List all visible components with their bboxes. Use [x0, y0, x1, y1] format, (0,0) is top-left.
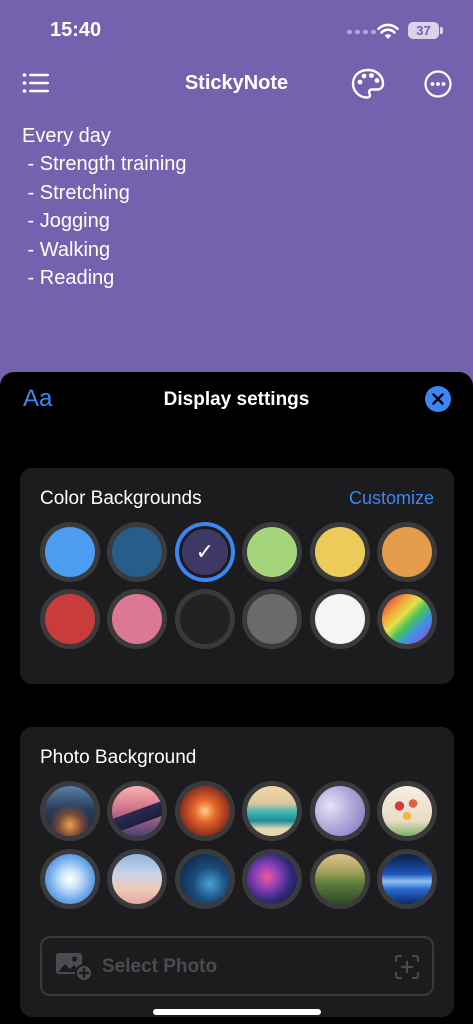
nav-bar: StickyNote [0, 62, 473, 106]
close-button[interactable] [425, 386, 451, 412]
photo-thumb-image [314, 854, 365, 904]
add-photo-icon [395, 955, 419, 979]
color-swatch-fill [45, 594, 95, 644]
color-swatch[interactable] [242, 522, 303, 582]
select-photo-button[interactable]: Select Photo [40, 936, 434, 996]
photo-thumb-night-starry[interactable] [174, 849, 235, 909]
photo-thumb-image [247, 786, 298, 836]
color-backgrounds-title: Color Backgrounds [40, 488, 202, 509]
color-swatch-fill [247, 594, 298, 644]
photo-thumb-image [381, 854, 432, 904]
color-swatch-fill [112, 594, 163, 644]
color-swatch-fill [179, 594, 230, 644]
color-swatch[interactable] [107, 589, 168, 649]
note-text[interactable]: Every day - Strength training - Stretchi… [22, 122, 187, 292]
color-swatch-fill [314, 594, 365, 644]
photo-thumb-image [112, 854, 163, 904]
color-swatch[interactable] [309, 589, 370, 649]
more-icon[interactable] [424, 70, 452, 98]
color-swatch-fill [381, 594, 432, 644]
color-swatch[interactable]: ✓ [174, 522, 235, 582]
photo-background-card: Photo Background Select Photo [20, 727, 454, 1017]
photo-add-icon [56, 953, 93, 982]
photo-thumb-galaxy-nebula[interactable] [242, 849, 303, 909]
palette-icon[interactable] [351, 68, 385, 100]
photo-background-title: Photo Background [40, 747, 197, 768]
photo-thumb-image [179, 854, 230, 904]
sheet-title: Display settings [163, 389, 310, 410]
color-swatch-fill: ✓ [178, 526, 231, 578]
home-indicator[interactable] [153, 1009, 321, 1015]
photo-thumb-pastel-sky[interactable] [107, 849, 168, 909]
note-line: - Strength training [22, 153, 187, 176]
color-swatch[interactable] [242, 589, 303, 649]
photo-thumb-valley-river[interactable] [309, 849, 370, 909]
status-time: 15:40 [50, 19, 102, 41]
photo-thumb-image [381, 786, 432, 836]
photo-thumb-image [179, 786, 230, 836]
select-photo-label: Select Photo [102, 956, 218, 977]
cellular-signal-icon [347, 30, 376, 34]
color-swatch-fill [314, 527, 365, 577]
note-line: - Reading [22, 267, 115, 290]
status-bar: 15:40 37 [0, 0, 473, 60]
photo-thumb-image [112, 786, 163, 836]
color-swatch-fill [45, 527, 95, 577]
color-swatch[interactable] [40, 522, 100, 582]
photo-thumb-image [247, 854, 298, 904]
color-swatch[interactable] [376, 589, 437, 649]
color-swatch[interactable] [309, 522, 370, 582]
color-swatch[interactable] [174, 589, 235, 649]
photo-thumb-ocean-horizon[interactable] [376, 849, 437, 909]
wifi-icon [377, 23, 399, 39]
photo-thumb-purple-clouds[interactable] [309, 781, 370, 841]
photo-thumb-image [314, 786, 365, 836]
photo-thumb-grid [40, 781, 437, 909]
checkmark-icon: ✓ [195, 539, 214, 564]
photo-thumb-mountain-sunset[interactable] [107, 781, 168, 841]
color-swatch[interactable] [376, 522, 437, 582]
photo-thumb-city-night[interactable] [40, 781, 100, 841]
photo-thumb-autumn-path[interactable] [174, 781, 235, 841]
photo-thumb-blue-sky[interactable] [40, 849, 100, 909]
close-icon [432, 393, 444, 405]
color-swatch-fill [112, 527, 163, 577]
photo-thumb-tulips[interactable] [376, 781, 437, 841]
photo-thumb-beach-painting[interactable] [242, 781, 303, 841]
display-settings-sheet: Aa Display settings Color Backgrounds Cu… [0, 372, 473, 1024]
color-backgrounds-card: Color Backgrounds Customize ✓ [20, 468, 454, 684]
battery-icon: 37 [408, 22, 443, 39]
note-line: Every day [22, 125, 111, 147]
color-swatch-grid: ✓ [40, 522, 437, 649]
app-title: StickyNote [184, 72, 289, 94]
photo-thumb-image [45, 786, 95, 836]
color-swatch-fill [247, 527, 298, 577]
color-swatch[interactable] [107, 522, 168, 582]
note-line: - Stretching [22, 181, 130, 204]
color-swatch-fill [381, 527, 432, 577]
photo-thumb-image [45, 854, 95, 904]
sheet-header: Aa Display settings [0, 372, 473, 428]
note-line: - Walking [22, 238, 111, 261]
customize-link[interactable]: Customize [349, 488, 434, 509]
note-line: - Jogging [22, 210, 110, 233]
color-swatch[interactable] [40, 589, 100, 649]
